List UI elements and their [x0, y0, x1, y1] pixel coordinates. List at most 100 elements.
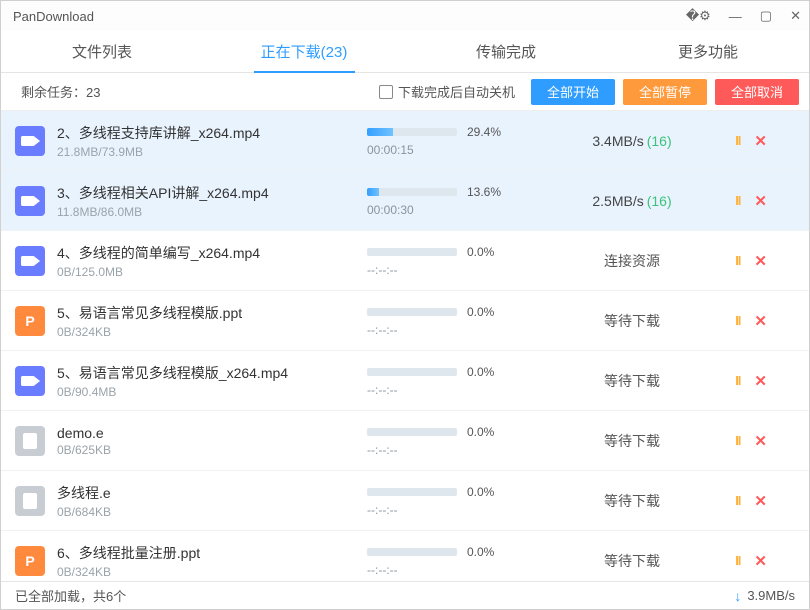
file-info: 多线程.e0B/684KB	[57, 483, 367, 519]
file-size: 11.8MB/86.0MB	[57, 205, 367, 219]
pause-all-button[interactable]: 全部暂停	[623, 79, 707, 105]
elapsed-time: --:--:--	[367, 563, 557, 577]
row-actions: II ✕	[707, 492, 767, 510]
pause-icon[interactable]: II	[735, 373, 740, 388]
download-arrow-icon: ↓	[734, 588, 741, 604]
status-text: 等待下载	[557, 431, 707, 451]
cancel-icon[interactable]: ✕	[754, 432, 767, 450]
cancel-icon[interactable]: ✕	[754, 192, 767, 210]
start-all-button[interactable]: 全部开始	[531, 79, 615, 105]
speed: 2.5MB/s(16)	[557, 193, 707, 209]
status-text: 等待下载	[557, 491, 707, 511]
file-icon	[15, 486, 45, 516]
progress-percent: 0.0%	[467, 485, 494, 499]
download-row[interactable]: 3、多线程相关API讲解_x264.mp4 11.8MB/86.0MB 13.6% 0…	[1, 171, 809, 231]
progress: 29.4% 00:00:15	[367, 125, 557, 157]
progress-percent: 13.6%	[467, 185, 501, 199]
cancel-icon[interactable]: ✕	[754, 252, 767, 270]
status-text: 等待下载	[557, 311, 707, 331]
pause-icon[interactable]: II	[735, 553, 740, 568]
pause-icon[interactable]: II	[735, 133, 740, 148]
file-info: 5、易语言常见多线程模版_x264.mp4 0B/90.4MB	[57, 363, 367, 399]
file-size: 0B/684KB	[57, 505, 367, 519]
settings-icon[interactable]: �⚙	[686, 8, 711, 24]
row-actions: II ✕	[707, 192, 767, 210]
cancel-icon[interactable]: ✕	[754, 312, 767, 330]
download-row[interactable]: 2、多线程支持库讲解_x264.mp421.8MB/73.9MB 29.4% 00:…	[1, 111, 809, 171]
tab-file-list[interactable]: 文件列表	[1, 31, 203, 72]
shutdown-checkbox[interactable]: 下载完成后自动关机	[379, 82, 515, 101]
progress-percent: 0.0%	[467, 305, 494, 319]
elapsed-time: --:--:--	[367, 263, 557, 277]
cancel-icon[interactable]: ✕	[754, 492, 767, 510]
window-title: PanDownload	[13, 9, 94, 24]
progress-percent: 29.4%	[467, 125, 501, 139]
shutdown-label: 下载完成后自动关机	[398, 82, 515, 101]
progress-percent: 0.0%	[467, 425, 494, 439]
tab-downloading[interactable]: 正在下载(23)	[203, 31, 405, 72]
file-name: 3、多线程相关API讲解_x264.mp4	[57, 183, 367, 203]
cancel-icon[interactable]: ✕	[754, 132, 767, 150]
file-size: 0B/324KB	[57, 565, 367, 579]
row-actions: II ✕	[707, 252, 767, 270]
elapsed-time: 00:00:15	[367, 143, 557, 157]
progress: 0.0% --:--:--	[367, 365, 557, 397]
file-icon	[15, 426, 45, 456]
progress: 0.0%--:--:--	[367, 305, 557, 337]
cancel-icon[interactable]: ✕	[754, 552, 767, 570]
maximize-icon[interactable]: ▢	[760, 8, 772, 24]
file-info: 2、多线程支持库讲解_x264.mp421.8MB/73.9MB	[57, 123, 367, 159]
elapsed-time: --:--:--	[367, 383, 557, 397]
progress-bar	[367, 308, 457, 316]
download-list: 2、多线程支持库讲解_x264.mp421.8MB/73.9MB 29.4% 00:…	[1, 111, 809, 581]
pause-icon[interactable]: II	[735, 313, 740, 328]
cancel-icon[interactable]: ✕	[754, 372, 767, 390]
file-info: 6、多线程批量注册.ppt 0B/324KB	[57, 543, 367, 579]
download-row[interactable]: 多线程.e0B/684KB 0.0% --:--:--等待下载 II ✕	[1, 471, 809, 531]
file-size: 21.8MB/73.9MB	[57, 145, 367, 159]
file-size: 0B/90.4MB	[57, 385, 367, 399]
row-actions: II ✕	[707, 372, 767, 390]
file-info: 4、多线程的简单编写_x264.mp40B/125.0MB	[57, 243, 367, 279]
pause-icon[interactable]: II	[735, 433, 740, 448]
video-icon	[15, 366, 45, 396]
progress-percent: 0.0%	[467, 245, 494, 259]
toolbar: 剩余任务：23 下载完成后自动关机 全部开始 全部暂停 全部取消	[1, 73, 809, 111]
tab-completed[interactable]: 传输完成	[405, 31, 607, 72]
elapsed-time: --:--:--	[367, 443, 557, 457]
minimize-icon[interactable]: —	[729, 9, 742, 24]
row-actions: II ✕	[707, 312, 767, 330]
download-row[interactable]: 4、多线程的简单编写_x264.mp40B/125.0MB 0.0% --:--:-…	[1, 231, 809, 291]
download-row[interactable]: demo.e 0B/625KB 0.0% --:--:--等待下载 II ✕	[1, 411, 809, 471]
close-icon[interactable]: ✕	[790, 8, 801, 24]
progress-bar	[367, 248, 457, 256]
window-controls: �⚙ — ▢ ✕	[686, 8, 801, 24]
progress: 0.0% --:--:--	[367, 485, 557, 517]
checkbox-icon	[379, 85, 393, 99]
file-name: 6、多线程批量注册.ppt	[57, 543, 367, 563]
file-name: 5、易语言常见多线程模版_x264.mp4	[57, 363, 367, 383]
download-row[interactable]: P5、易语言常见多线程模版.ppt0B/324KB0.0%--:--:--等待下…	[1, 291, 809, 351]
thread-count: (16)	[647, 133, 672, 149]
video-icon	[15, 246, 45, 276]
download-row[interactable]: 5、易语言常见多线程模版_x264.mp4 0B/90.4MB 0.0% --:--:…	[1, 351, 809, 411]
file-name: 5、易语言常见多线程模版.ppt	[57, 303, 367, 323]
tab-more[interactable]: 更多功能	[607, 31, 809, 72]
status-text: 等待下载	[557, 551, 707, 571]
download-row[interactable]: P6、多线程批量注册.ppt0B/324KB0.0%--:--:--等待下载II…	[1, 531, 809, 581]
status-text: 连接资源	[557, 251, 707, 271]
file-size: 0B/625KB	[57, 443, 367, 457]
progress: 0.0% --:--:--	[367, 245, 557, 277]
elapsed-time: --:--:--	[367, 503, 557, 517]
cancel-all-button[interactable]: 全部取消	[715, 79, 799, 105]
pause-icon[interactable]: II	[735, 193, 740, 208]
thread-count: (16)	[647, 193, 672, 209]
row-actions: II ✕	[707, 432, 767, 450]
status-loaded: 已全部加载，共6个	[15, 586, 126, 605]
elapsed-time: 00:00:30	[367, 203, 557, 217]
progress-bar	[367, 548, 457, 556]
file-name: demo.e	[57, 425, 367, 441]
pause-icon[interactable]: II	[735, 253, 740, 268]
pause-icon[interactable]: II	[735, 493, 740, 508]
progress-percent: 0.0%	[467, 365, 494, 379]
